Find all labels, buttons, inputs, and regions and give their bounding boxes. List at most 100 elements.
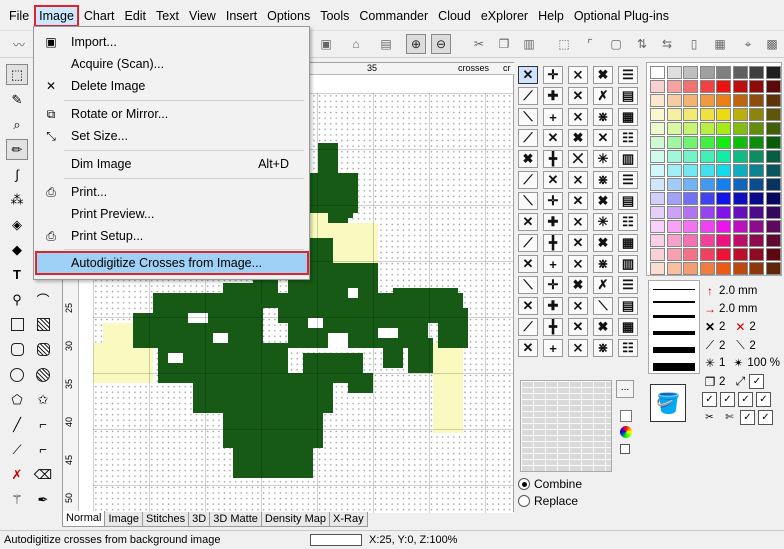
fill-tool-icon[interactable]: ◈ (6, 214, 28, 235)
color-swatch[interactable] (749, 262, 764, 275)
eyedropper-tool-icon[interactable]: ⚲ (6, 289, 28, 310)
stitch-type-icon[interactable]: ⨯ (568, 213, 588, 231)
stitch-type-icon[interactable]: ▦ (618, 108, 638, 126)
tab-image[interactable]: Image (104, 512, 144, 527)
color-swatch[interactable] (732, 136, 748, 149)
menu-text[interactable]: Text (151, 5, 184, 27)
stitch-type-icon[interactable]: ╋ (543, 318, 563, 336)
copy-icon[interactable]: ❐ (494, 34, 514, 54)
tab-x-ray[interactable]: X-Ray (329, 512, 368, 527)
color-swatch[interactable] (716, 80, 731, 93)
frame-icon[interactable]: ⌂ (346, 34, 366, 54)
color-swatch[interactable] (732, 248, 748, 261)
stitch-type-icon[interactable]: ▥ (618, 255, 638, 273)
color-swatch[interactable] (765, 136, 781, 149)
color-swatch[interactable] (765, 108, 781, 121)
color-swatch[interactable] (699, 108, 715, 121)
color-swatch[interactable] (732, 80, 748, 93)
stitch-type-icon[interactable]: ☰ (618, 66, 638, 84)
color-swatch[interactable] (732, 220, 748, 233)
stitch-type-icon[interactable]: ▤ (618, 87, 638, 105)
line-width-option[interactable] (653, 347, 695, 353)
color-swatch[interactable] (650, 108, 665, 121)
color-swatch[interactable] (749, 108, 764, 121)
menu-item-autodigitize[interactable]: Autodigitize Crosses from Image... (35, 251, 309, 275)
fill-pattern-preview[interactable] (520, 380, 612, 472)
color-swatch[interactable] (716, 220, 731, 233)
node-tool-icon[interactable]: ⌕ (6, 114, 28, 135)
select-tool-icon[interactable]: ⬚ (6, 64, 28, 85)
menu-optional-plugins[interactable]: Optional Plug-ins (569, 5, 674, 27)
stitch-type-icon[interactable]: ☰ (618, 276, 638, 294)
menu-item-dim-image[interactable]: Dim Image Alt+D (36, 153, 307, 175)
color-swatch[interactable] (666, 94, 682, 107)
color-swatch[interactable] (749, 234, 764, 247)
color-swatch[interactable] (666, 192, 682, 205)
menu-insert[interactable]: Insert (221, 5, 262, 27)
stitch-type-icon[interactable]: ☷ (618, 213, 638, 231)
color-swatch[interactable] (699, 262, 715, 275)
stitch-type-icon[interactable]: + (543, 339, 563, 357)
line-width-option[interactable] (653, 363, 695, 371)
stitch-type-icon[interactable]: ⨯ (568, 108, 588, 126)
color-swatch[interactable] (683, 248, 698, 261)
color-swatch[interactable] (650, 164, 665, 177)
color-swatch[interactable] (716, 262, 731, 275)
color-swatch[interactable] (699, 234, 715, 247)
stitch-type-icon[interactable]: ✕ (568, 87, 588, 105)
stitch-type-icon[interactable]: ✛ (543, 66, 563, 84)
color-swatch[interactable] (749, 66, 764, 79)
color-swatch[interactable] (699, 206, 715, 219)
color-swatch[interactable] (765, 192, 781, 205)
tab-3d-matte[interactable]: 3D Matte (209, 512, 262, 527)
color-swatch[interactable] (666, 248, 682, 261)
stitch-type-icon[interactable]: ✚ (543, 213, 563, 231)
stitch-type-icon[interactable]: ▥ (618, 150, 638, 168)
spray-tool-icon[interactable]: ⁂ (6, 189, 28, 210)
stitch-type-icon[interactable]: ⋇ (593, 339, 613, 357)
stitch-type-icon[interactable]: + (543, 108, 563, 126)
stitch-type-icon[interactable]: ✕ (568, 192, 588, 210)
color-swatch[interactable] (650, 150, 665, 163)
color-swatch[interactable] (749, 80, 764, 93)
color-swatch[interactable] (716, 136, 731, 149)
thick-line-tool-icon[interactable]: ⟋ (6, 439, 28, 460)
rounded-rectangle-tool-icon[interactable] (6, 339, 28, 360)
color-swatch[interactable] (765, 66, 781, 79)
stitch-type-icon[interactable]: ✛ (543, 192, 563, 210)
layer-property[interactable]: ❐ 2 ⤢ ✓ (703, 374, 765, 389)
step-line-tool-icon[interactable]: ⌐ (32, 414, 54, 435)
ellipse-tool-icon[interactable] (6, 364, 28, 385)
color-swatch[interactable] (765, 94, 781, 107)
stitch-type-icon[interactable]: ✕ (568, 318, 588, 336)
color-swatch[interactable] (765, 178, 781, 191)
crosshair-icon[interactable]: ⌖ (738, 34, 758, 54)
color-swatch[interactable] (716, 164, 731, 177)
half-cross-property[interactable]: ⟋ 2 ⟍ 2 (703, 338, 756, 353)
replace-radio[interactable] (518, 495, 530, 507)
stitch-type-icon[interactable]: ⨯ (568, 171, 588, 189)
line-tool-icon[interactable]: ╱ (6, 414, 28, 435)
color-swatch[interactable] (666, 220, 682, 233)
color-swatch[interactable] (666, 178, 682, 191)
line-width-option[interactable] (653, 289, 695, 290)
pencil-tool-icon[interactable]: ✏ (6, 139, 28, 160)
tab-density-map[interactable]: Density Map (260, 512, 331, 527)
menu-item-acquire[interactable]: Acquire (Scan)... (36, 53, 307, 75)
color-swatch[interactable] (732, 178, 748, 191)
cut-icon[interactable]: ✂ (469, 34, 489, 54)
color-swatch[interactable] (732, 122, 748, 135)
stitch-type-icon[interactable]: ⟋ (518, 318, 538, 336)
density-property[interactable]: ✳ 1 ✴ 100 % (703, 356, 780, 370)
stitch-type-icon[interactable]: + (543, 255, 563, 273)
color-swatch[interactable] (716, 192, 731, 205)
color-swatch[interactable] (650, 248, 665, 261)
eraser-tool-icon[interactable]: ⌫ (32, 464, 54, 485)
color-swatch[interactable] (716, 122, 731, 135)
color-swatch[interactable] (683, 164, 698, 177)
paste-icon[interactable]: ▥ (519, 34, 539, 54)
color-swatch[interactable] (699, 136, 715, 149)
color-swatch[interactable] (699, 66, 715, 79)
stitch-type-icon[interactable]: ✕ (568, 234, 588, 252)
filled-rectangle-tool-icon[interactable] (32, 314, 54, 335)
